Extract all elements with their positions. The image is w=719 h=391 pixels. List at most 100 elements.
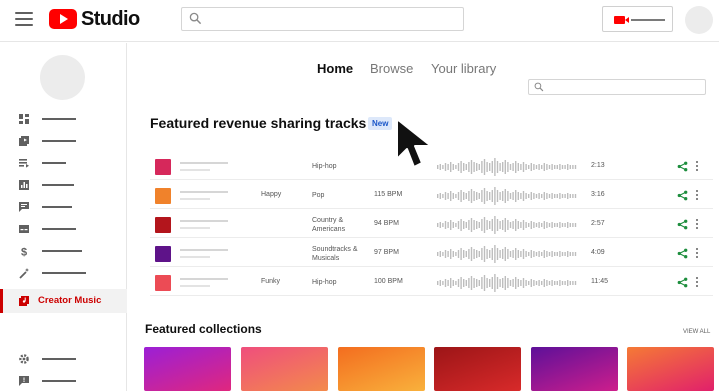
- playlists-icon: [19, 159, 29, 168]
- track-artist-placeholder: [180, 285, 210, 287]
- track-artist-placeholder: [180, 198, 210, 200]
- share-icon[interactable]: [677, 190, 688, 201]
- search-input[interactable]: [181, 7, 464, 31]
- sidebar-item-label-placeholder: [42, 206, 72, 208]
- track-mood: Happy: [261, 191, 282, 198]
- track-artwork[interactable]: [155, 188, 171, 204]
- collection-card[interactable]: [434, 347, 521, 391]
- more-options-icon[interactable]: [695, 277, 699, 288]
- view-all-link[interactable]: VIEW ALL: [683, 329, 710, 335]
- sidebar-item-label-placeholder: [42, 358, 76, 360]
- track-duration: 2:57: [591, 220, 605, 227]
- waveform-icon[interactable]: [437, 216, 579, 234]
- track-bpm: 97 BPM: [374, 249, 399, 256]
- track-artwork[interactable]: [155, 275, 171, 291]
- waveform-icon[interactable]: [437, 245, 579, 263]
- track-artwork[interactable]: [155, 246, 171, 262]
- more-options-icon[interactable]: [695, 219, 699, 230]
- sidebar-item-dashboard[interactable]: [0, 109, 127, 129]
- search-icon: [189, 12, 202, 25]
- svg-text:$: $: [21, 247, 27, 258]
- track-artist-placeholder: [180, 256, 210, 258]
- analytics-icon: [19, 180, 29, 190]
- menu-icon[interactable]: [15, 12, 33, 26]
- collection-card[interactable]: [241, 347, 328, 391]
- more-options-icon[interactable]: [695, 248, 699, 259]
- track-title-placeholder: [180, 162, 228, 164]
- sidebar-item-label-placeholder: [42, 250, 82, 252]
- track-artwork[interactable]: [155, 217, 171, 233]
- new-badge: New: [368, 117, 393, 130]
- share-icon[interactable]: [677, 248, 688, 259]
- track-duration: 3:16: [591, 191, 605, 198]
- track-bpm: 94 BPM: [374, 220, 399, 227]
- track-row[interactable]: Hip-hop 2:13: [150, 153, 713, 180]
- waveform-icon[interactable]: [437, 158, 579, 176]
- sidebar-item-analytics[interactable]: [0, 175, 127, 195]
- track-row[interactable]: Funky Hip-hop 100 BPM 11:45: [150, 269, 713, 296]
- track-bpm: 100 BPM: [374, 278, 403, 285]
- sidebar-item-label-placeholder: [42, 272, 86, 274]
- sidebar-item-label-placeholder: [42, 380, 76, 382]
- youtube-logo-icon: [49, 9, 77, 29]
- account-avatar[interactable]: [685, 6, 713, 34]
- tab-home[interactable]: Home: [317, 61, 353, 76]
- track-title-placeholder: [180, 249, 228, 251]
- settings-icon: [19, 354, 29, 364]
- feedback-icon: [19, 376, 29, 386]
- share-icon[interactable]: [677, 219, 688, 230]
- studio-logo[interactable]: Studio: [49, 8, 140, 30]
- tab-your-library[interactable]: Your library: [431, 61, 496, 76]
- sidebar-item-label-placeholder: [42, 118, 76, 120]
- track-mood: Funky: [261, 278, 281, 285]
- track-row[interactable]: Soundtracks & Musicals 97 BPM 4:09: [150, 240, 713, 267]
- collection-card[interactable]: [531, 347, 618, 391]
- monetization-icon: $: [21, 247, 27, 258]
- track-row[interactable]: Country & Americans 94 BPM 2:57: [150, 211, 713, 238]
- collection-card[interactable]: [627, 347, 714, 391]
- sidebar-item-feedback[interactable]: [0, 371, 127, 391]
- top-bar: Studio: [0, 0, 719, 42]
- track-artwork[interactable]: [155, 159, 171, 175]
- sidebar-item-subtitles[interactable]: [0, 219, 127, 239]
- video-camera-icon: [614, 16, 629, 24]
- waveform-icon[interactable]: [437, 274, 579, 292]
- share-icon[interactable]: [677, 161, 688, 172]
- sidebar-item-customization[interactable]: [0, 263, 127, 283]
- tab-browse[interactable]: Browse: [370, 61, 413, 76]
- collection-card[interactable]: [144, 347, 231, 391]
- more-options-icon[interactable]: [695, 190, 699, 201]
- track-bpm: 115 BPM: [374, 191, 403, 198]
- sidebar-item-label-placeholder: [42, 140, 76, 142]
- music-search-input[interactable]: [528, 79, 706, 95]
- track-duration: 11:45: [591, 278, 608, 285]
- search-icon: [534, 82, 544, 92]
- track-row[interactable]: Happy Pop 115 BPM 3:16: [150, 182, 713, 209]
- waveform-icon[interactable]: [437, 187, 579, 205]
- track-duration: 2:13: [591, 162, 605, 169]
- sidebar-item-creator-music[interactable]: Creator Music: [0, 289, 127, 313]
- sidebar-item-label-placeholder: [42, 162, 66, 164]
- collection-card[interactable]: [338, 347, 425, 391]
- sidebar-item-label: Creator Music: [38, 295, 102, 306]
- sidebar-item-label-placeholder: [42, 228, 76, 230]
- channel-avatar[interactable]: [40, 55, 85, 100]
- create-label-placeholder: [631, 19, 665, 21]
- sidebar-item-playlists[interactable]: [0, 153, 127, 173]
- track-title-placeholder: [180, 220, 228, 222]
- sidebar-item-content[interactable]: [0, 131, 127, 151]
- sidebar-item-comments[interactable]: [0, 197, 127, 217]
- track-title-placeholder: [180, 278, 228, 280]
- more-options-icon[interactable]: [695, 161, 699, 172]
- sidebar-item-monetization[interactable]: $: [0, 241, 127, 261]
- comments-icon: [19, 202, 29, 212]
- track-genre: Country & Americans: [312, 217, 346, 233]
- track-title-placeholder: [180, 191, 228, 193]
- content-icon: [19, 136, 29, 146]
- subtitles-icon: [19, 225, 29, 233]
- track-artist-placeholder: [180, 169, 210, 171]
- create-button[interactable]: [602, 6, 673, 32]
- share-icon[interactable]: [677, 277, 688, 288]
- dashboard-icon: [19, 114, 29, 124]
- sidebar-item-settings[interactable]: [0, 349, 127, 369]
